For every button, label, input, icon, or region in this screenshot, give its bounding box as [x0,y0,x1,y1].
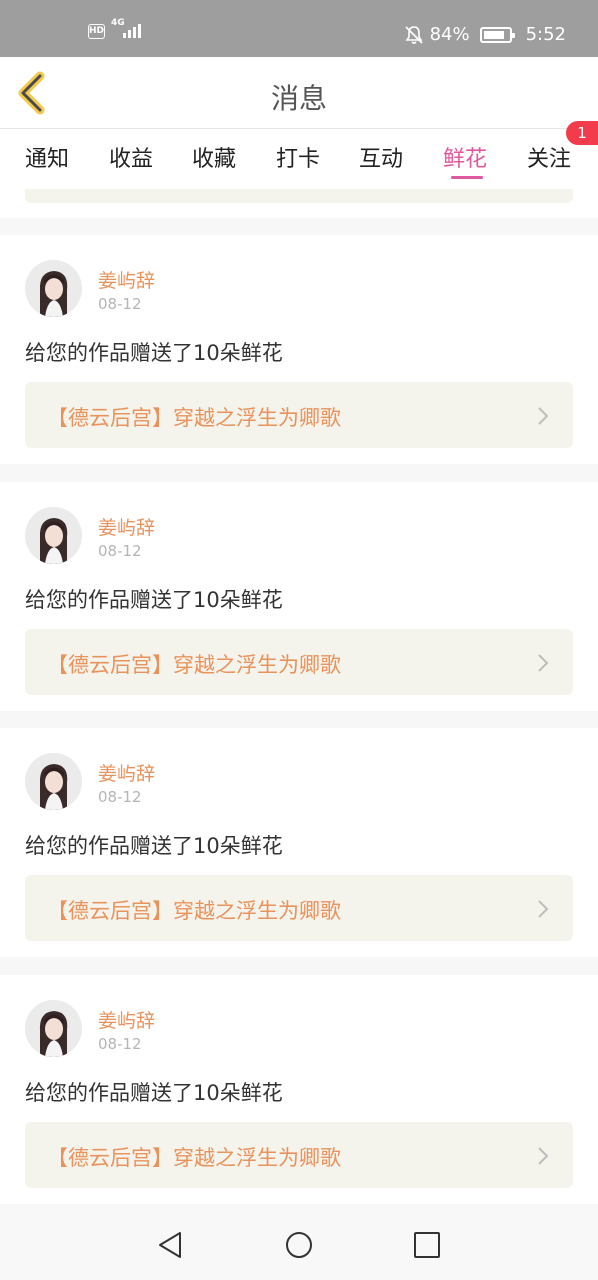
work-link[interactable]: 【德云后宫】穿越之浮生为卿歌 [25,382,573,448]
work-title: 【德云后宫】穿越之浮生为卿歌 [47,899,341,923]
message-date: 08-12 [98,542,142,560]
status-right: 84% 5:52 [404,24,566,45]
tab-flowers[interactable]: 鲜花 [443,141,487,173]
chevron-right-icon [538,407,549,425]
work-title: 【德云后宫】穿越之浮生为卿歌 [47,406,341,430]
status-left: HD 4G [88,18,141,40]
tab-interaction[interactable]: 互动 [359,141,403,173]
username[interactable]: 姜屿辞 [98,513,155,540]
recents-square-icon[interactable] [413,1231,441,1259]
avatar-image [25,260,82,317]
username[interactable]: 姜屿辞 [98,266,155,293]
message-date: 08-12 [98,295,142,313]
avatar[interactable] [25,1000,82,1057]
header: 消息 [0,57,598,129]
previous-card [0,189,598,218]
avatar[interactable] [25,260,82,317]
status-bar: HD 4G 84% 5:52 [0,0,598,57]
previous-work-link[interactable] [25,189,573,203]
chevron-right-icon [538,654,549,672]
tab-bar: 通知 收益 收藏 打卡 互动 鲜花 关注 [0,129,598,189]
page-title: 消息 [270,82,327,115]
work-link[interactable]: 【德云后宫】穿越之浮生为卿歌 [25,875,573,941]
message-date: 08-12 [98,788,142,806]
battery-percent: 84% [429,24,470,45]
system-navigation-bar [0,1210,598,1280]
tab-earnings[interactable]: 收益 [109,141,153,173]
tab-checkin[interactable]: 打卡 [276,141,320,173]
work-title: 【德云后宫】穿越之浮生为卿歌 [47,653,341,677]
avatar-image [25,753,82,810]
battery-icon [479,26,515,43]
bell-off-icon [404,25,423,44]
message-card: 姜屿辞 08-12 给您的作品赠送了10朵鲜花 【德云后宫】穿越之浮生为卿歌 [0,728,598,957]
following-badge: 1 [566,121,598,145]
hd-icon: HD [88,23,105,39]
tab-notifications[interactable]: 通知 [25,141,69,173]
active-tab-indicator [451,176,483,179]
message-text: 给您的作品赠送了10朵鲜花 [25,341,283,365]
work-link[interactable]: 【德云后宫】穿越之浮生为卿歌 [25,629,573,695]
message-text: 给您的作品赠送了10朵鲜花 [25,834,283,858]
username[interactable]: 姜屿辞 [98,759,155,786]
message-text: 给您的作品赠送了10朵鲜花 [25,1081,283,1105]
message-card: 姜屿辞 08-12 给您的作品赠送了10朵鲜花 【德云后宫】穿越之浮生为卿歌 [0,235,598,464]
tab-favorites[interactable]: 收藏 [192,141,236,173]
avatar-image [25,1000,82,1057]
chevron-right-icon [538,900,549,918]
avatar[interactable] [25,753,82,810]
back-triangle-icon[interactable] [157,1231,185,1259]
message-date: 08-12 [98,1035,142,1053]
username[interactable]: 姜屿辞 [98,1006,155,1033]
work-link[interactable]: 【德云后宫】穿越之浮生为卿歌 [25,1122,573,1188]
message-text: 给您的作品赠送了10朵鲜花 [25,588,283,612]
tab-following[interactable]: 关注 [527,141,571,173]
home-circle-icon[interactable] [285,1231,313,1259]
avatar-image [25,507,82,564]
avatar[interactable] [25,507,82,564]
signal-icon: 4G [111,18,141,40]
chevron-right-icon [538,1147,549,1165]
work-title: 【德云后宫】穿越之浮生为卿歌 [47,1146,341,1170]
clock: 5:52 [525,24,566,45]
message-card: 姜屿辞 08-12 给您的作品赠送了10朵鲜花 【德云后宫】穿越之浮生为卿歌 [0,482,598,711]
message-card: 姜屿辞 08-12 给您的作品赠送了10朵鲜花 【德云后宫】穿越之浮生为卿歌 [0,975,598,1204]
